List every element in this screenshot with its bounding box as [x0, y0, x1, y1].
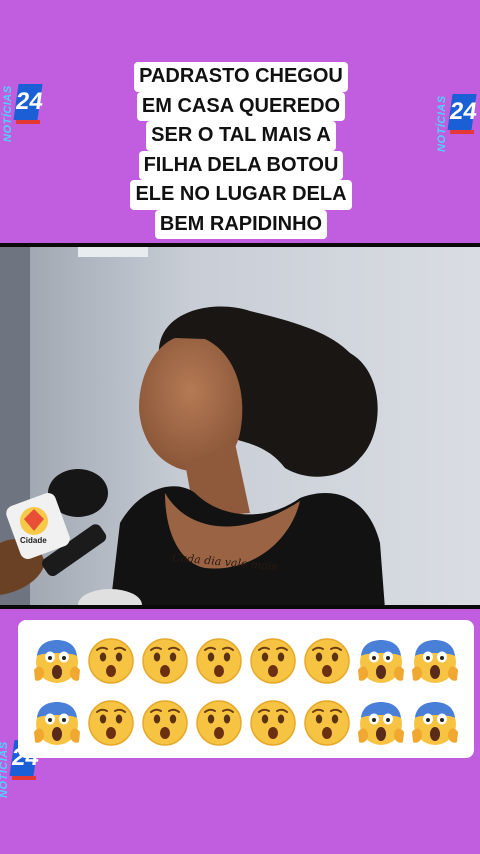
- logo-stripe: [12, 776, 36, 780]
- headline-line: EM CASA QUEREDO: [136, 91, 346, 121]
- scream-emoji: [32, 636, 82, 686]
- wall-sign: [78, 247, 148, 257]
- scream-emoji: [356, 636, 406, 686]
- logo-word: NOTÍCIAS: [2, 85, 14, 142]
- hushed-emoji: [194, 698, 244, 748]
- hushed-emoji: [140, 636, 190, 686]
- scream-emoji: [410, 636, 460, 686]
- hushed-emoji: [140, 698, 190, 748]
- hushed-emoji: [86, 636, 136, 686]
- emoji-row: [32, 636, 460, 686]
- hushed-emoji: [248, 636, 298, 686]
- headline-line: FILHA DELA BOTOU: [138, 150, 344, 180]
- logo-word: NOTÍCIAS: [436, 95, 448, 152]
- logo-stripe: [16, 120, 40, 124]
- hushed-emoji: [248, 698, 298, 748]
- scream-emoji: [32, 698, 82, 748]
- headline-caption: PADRASTO CHEGOU EM CASA QUEREDO SER O TA…: [114, 62, 368, 239]
- headline-line: BEM RAPIDINHO: [154, 209, 328, 239]
- logo-number: 24: [447, 94, 479, 130]
- emoji-row: [32, 698, 460, 748]
- logo-stripe: [450, 130, 474, 134]
- reaction-emoji-panel: [18, 620, 474, 758]
- mic-logo-text: Cidade: [20, 536, 47, 545]
- scream-emoji: [410, 698, 460, 748]
- headline-line: SER O TAL MAIS A: [146, 121, 336, 151]
- hushed-emoji: [302, 636, 352, 686]
- video-frame[interactable]: Cada dia vale mais Cidade: [0, 243, 480, 609]
- hushed-emoji: [194, 636, 244, 686]
- scream-emoji: [356, 698, 406, 748]
- headline-line: ELE NO LUGAR DELA: [130, 180, 352, 210]
- headline-line: PADRASTO CHEGOU: [134, 62, 348, 92]
- noticias24-logo: NOTÍCIAS 24: [436, 72, 479, 152]
- logo-word: NOTÍCIAS: [0, 741, 10, 798]
- hushed-emoji: [302, 698, 352, 748]
- video-scene: Cada dia vale mais Cidade: [0, 247, 480, 609]
- hushed-emoji: [86, 698, 136, 748]
- noticias24-logo: NOTÍCIAS 24: [2, 62, 45, 142]
- logo-number: 24: [13, 84, 45, 120]
